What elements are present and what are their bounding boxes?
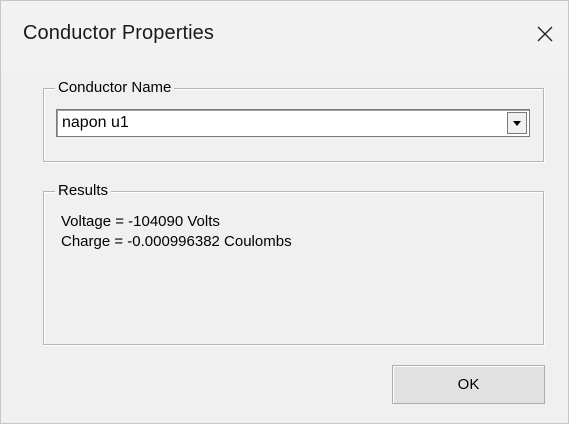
dialog-title: Conductor Properties <box>23 22 214 44</box>
ok-button[interactable]: OK <box>392 365 545 404</box>
close-button[interactable] <box>522 11 568 57</box>
conductor-name-select[interactable]: napon u1 <box>56 109 530 137</box>
conductor-name-dropdown-button[interactable] <box>507 112 527 134</box>
results-text: Voltage = -104090 Volts Charge = -0.0009… <box>61 212 292 252</box>
title-bar: Conductor Properties <box>1 1 568 71</box>
conductor-name-legend: Conductor Name <box>55 78 175 98</box>
results-group: Results Voltage = -104090 Volts Charge =… <box>43 181 544 345</box>
conductor-name-group: Conductor Name napon u1 <box>43 78 544 162</box>
charge-readout: Charge = -0.000996382 Coulombs <box>61 233 292 250</box>
chevron-down-icon <box>512 114 522 132</box>
close-icon <box>537 26 553 42</box>
voltage-readout: Voltage = -104090 Volts <box>61 213 220 230</box>
conductor-properties-dialog: Conductor Properties Conductor Name napo… <box>0 0 569 424</box>
conductor-name-value: napon u1 <box>62 114 129 131</box>
results-legend: Results <box>55 181 112 201</box>
